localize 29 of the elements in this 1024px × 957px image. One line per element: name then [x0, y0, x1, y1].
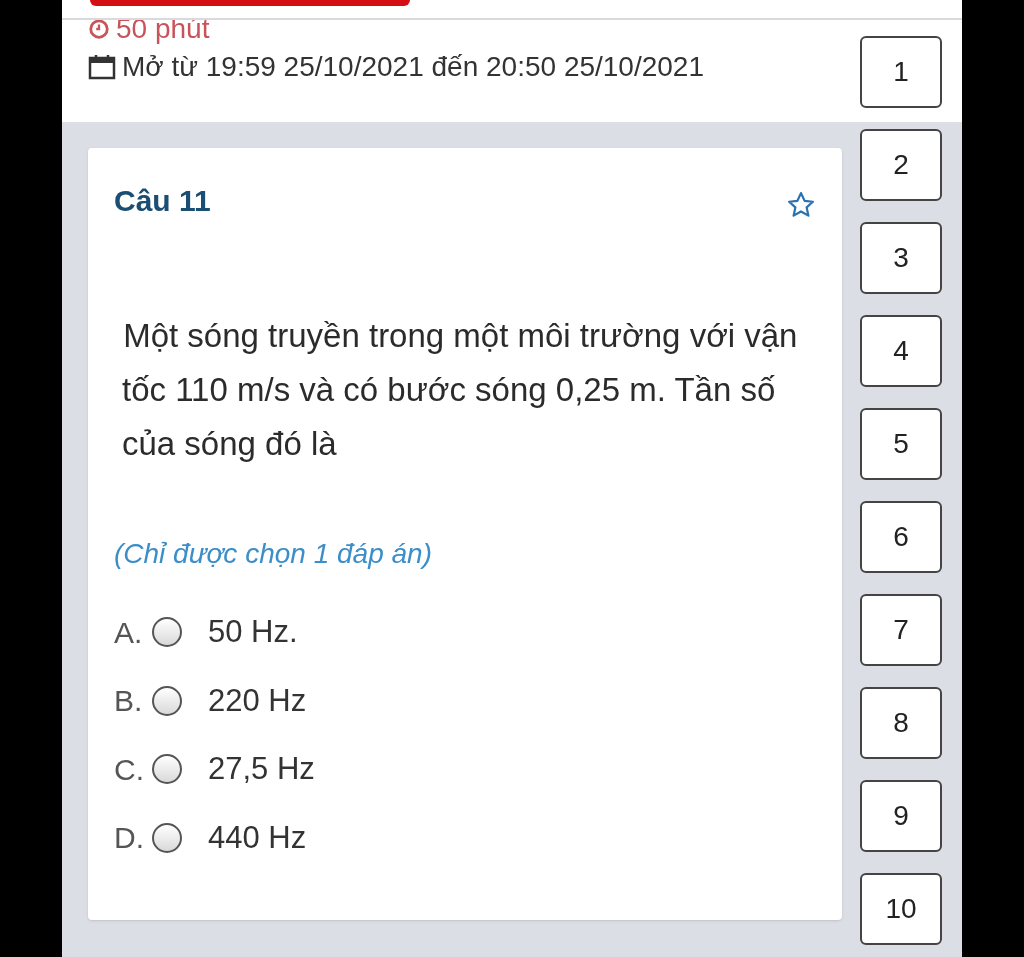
option-text: 27,5 Hz: [208, 750, 315, 788]
radio-button[interactable]: [152, 617, 182, 648]
radio-button[interactable]: [152, 754, 182, 785]
question-number-button[interactable]: 4: [860, 315, 942, 387]
question-number-button[interactable]: 7: [860, 594, 942, 666]
question-number-button[interactable]: 1: [860, 36, 942, 108]
radio-button[interactable]: [152, 685, 182, 716]
question-number-button[interactable]: 9: [860, 780, 942, 852]
radio-button[interactable]: [152, 822, 182, 853]
question-title: Câu 11: [114, 183, 211, 219]
star-icon[interactable]: [786, 190, 816, 220]
question-number-button[interactable]: 8: [860, 687, 942, 759]
question-number-button[interactable]: 10: [860, 873, 942, 945]
clock-icon: [88, 18, 110, 40]
instruction-text: (Chỉ được chọn 1 đáp án): [114, 537, 433, 571]
question-number-button[interactable]: 3: [860, 222, 942, 294]
option-letter: A.: [114, 614, 144, 651]
option-text: 50 Hz.: [208, 613, 298, 651]
option-text: 220 Hz: [208, 681, 307, 720]
question-text: Một sóng truyền trong một môi trường với vận tốc 110 m/s và có bước sóng 0,25 m. Tần số của sóng đó là: [121, 316, 799, 464]
question-number-button[interactable]: 2: [860, 129, 942, 201]
option-letter: D.: [114, 820, 145, 857]
option-letter: B.: [114, 683, 144, 720]
calendar-icon: [88, 54, 116, 80]
schedule-text: Mở từ 19:59 25/10/2021 đến 20:50 25/10/2021: [122, 50, 704, 84]
question-number-button[interactable]: 6: [860, 501, 942, 573]
question-number-button[interactable]: 5: [860, 408, 942, 480]
option-text: 440 Hz: [208, 818, 307, 857]
option-letter: C.: [114, 751, 145, 788]
